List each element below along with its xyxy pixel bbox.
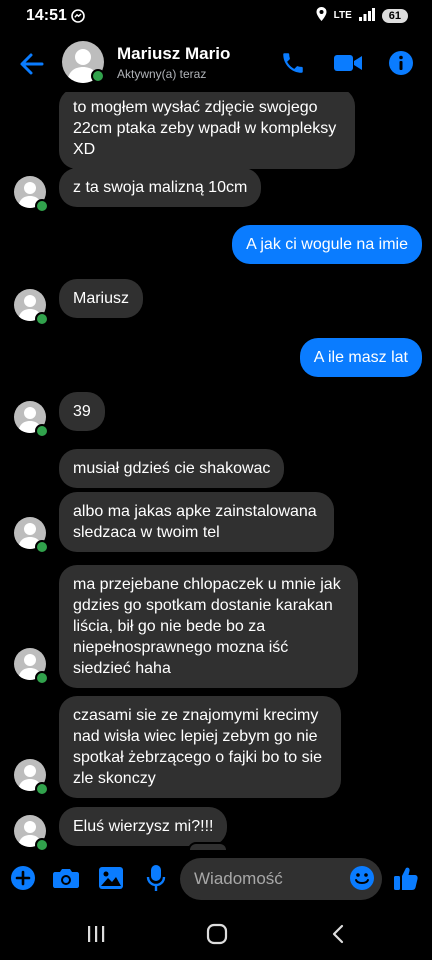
status-indicators: LTE 61 [316, 7, 408, 24]
recents-icon[interactable] [76, 920, 116, 948]
emoji-icon[interactable] [348, 864, 376, 892]
incoming-message[interactable]: to mogłem wysłać zdjęcie swojego 22cm pt… [59, 92, 355, 169]
messenger-notification-icon [71, 9, 85, 28]
plus-icon[interactable] [9, 864, 37, 892]
online-indicator [91, 69, 105, 83]
online-indicator [35, 782, 49, 796]
home-icon[interactable] [197, 920, 237, 948]
back-arrow-icon[interactable] [16, 48, 48, 80]
reaction-placeholder[interactable] [188, 842, 228, 850]
microphone-icon[interactable] [142, 864, 170, 892]
chat-header: Mariusz Mario Aktywny(a) teraz [0, 34, 432, 92]
incoming-message[interactable]: z ta swoja malizną 10cm [59, 168, 262, 207]
incoming-message[interactable]: Eluś wierzysz mi?!!! [59, 807, 228, 846]
composer-bar [0, 850, 432, 908]
online-indicator [35, 199, 49, 213]
phone-icon[interactable] [278, 48, 308, 78]
online-indicator [35, 540, 49, 554]
battery-indicator: 61 [381, 8, 408, 23]
info-icon[interactable] [386, 48, 416, 78]
message-list[interactable]: to mogłem wysłać zdjęcie swojego 22cm pt… [0, 92, 432, 850]
online-indicator [35, 671, 49, 685]
incoming-message[interactable]: Mariusz [59, 279, 144, 318]
incoming-message[interactable]: czasami sie ze znajomymi krecimy nad wis… [59, 696, 341, 798]
signal-icon [358, 7, 375, 24]
status-time: 14:51 [26, 7, 67, 24]
contact-name[interactable]: Mariusz Mario [117, 44, 230, 64]
image-icon[interactable] [97, 864, 125, 892]
status-bar: 14:51 LTE 61 [0, 0, 432, 34]
thumbs-up-icon[interactable] [392, 864, 420, 892]
back-icon[interactable] [318, 920, 358, 948]
incoming-message[interactable]: ma przejebane chlopaczek u mnie jak gdzi… [59, 565, 358, 688]
network-type: LTE [333, 10, 352, 21]
system-navigation-bar [0, 908, 432, 960]
outgoing-message[interactable]: A ile masz lat [299, 338, 422, 377]
incoming-message[interactable]: musiał gdzieś cie shakowac [59, 449, 285, 488]
online-indicator [35, 838, 49, 850]
online-indicator [35, 424, 49, 438]
incoming-message[interactable]: 39 [59, 392, 105, 431]
outgoing-message[interactable]: A jak ci wogule na imie [232, 225, 422, 264]
incoming-message[interactable]: albo ma jakas apke zainstalowana sledzac… [59, 492, 334, 552]
location-icon [316, 7, 327, 24]
camera-icon[interactable] [52, 864, 80, 892]
online-indicator [35, 312, 49, 326]
contact-status: Aktywny(a) teraz [117, 67, 207, 81]
video-camera-icon[interactable] [331, 48, 365, 78]
